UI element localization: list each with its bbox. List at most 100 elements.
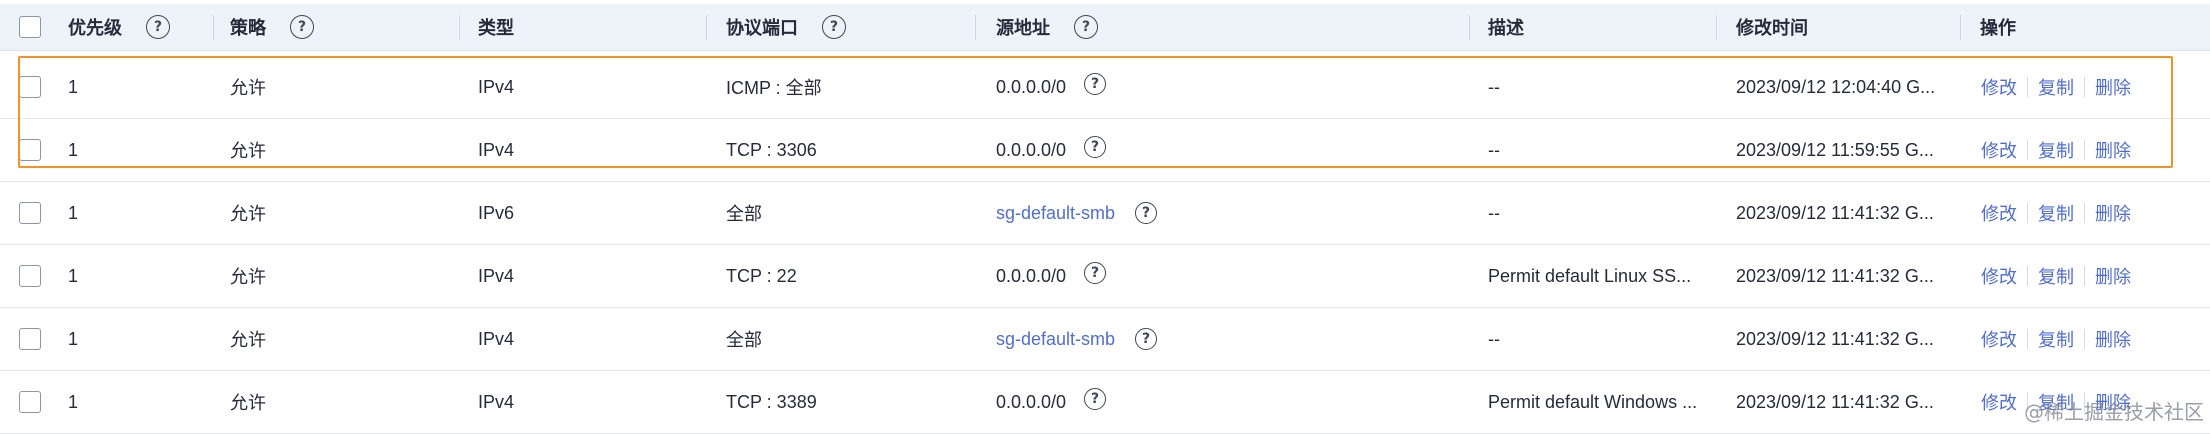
- actions-cell: 修改 复制 删除: [1981, 308, 2131, 370]
- policy-cell: 允许: [230, 119, 266, 181]
- table-row: 1 允许 IPv6 全部 sg-default-smb ? -- 2023/09…: [0, 182, 2210, 245]
- edit-link[interactable]: 修改: [1981, 137, 2017, 163]
- select-all-cell: [19, 4, 41, 50]
- header-type: 类型: [478, 4, 514, 50]
- table-row: 1 允许 IPv4 TCP : 22 0.0.0.0/0 ? Permit de…: [0, 245, 2210, 308]
- type-cell: IPv4: [478, 308, 514, 370]
- priority-value: 1: [68, 328, 79, 349]
- modified-cell: 2023/09/12 11:41:32 G...: [1736, 308, 1934, 370]
- row-select-cell: [19, 371, 41, 433]
- description-cell: --: [1488, 182, 1703, 244]
- row-checkbox[interactable]: [19, 391, 41, 413]
- description-value: --: [1488, 139, 1500, 160]
- protocol-port-cell: TCP : 22: [726, 245, 797, 307]
- action-divider: [2027, 140, 2028, 160]
- type-cell: IPv4: [478, 119, 514, 181]
- delete-link[interactable]: 删除: [2095, 137, 2131, 163]
- policy-cell: 允许: [230, 245, 266, 307]
- row-checkbox[interactable]: [19, 265, 41, 287]
- select-all-checkbox[interactable]: [19, 16, 41, 38]
- priority-value: 1: [68, 139, 79, 160]
- source-group-link[interactable]: sg-default-smb: [996, 329, 1115, 350]
- protocol-port-help-icon[interactable]: ?: [822, 15, 846, 39]
- type-value: IPv4: [478, 139, 515, 160]
- source-help-icon[interactable]: ?: [1084, 73, 1107, 95]
- source-value: 0.0.0.0/0: [996, 139, 1067, 160]
- modified-cell: 2023/09/12 11:41:32 G...: [1736, 182, 1934, 244]
- header-priority-label: 优先级: [68, 18, 122, 38]
- edit-link[interactable]: 修改: [1981, 326, 2017, 352]
- column-divider: [1469, 15, 1470, 40]
- priority-value: 1: [68, 391, 79, 412]
- protocol-port-cell: 全部: [726, 308, 762, 370]
- source-cell: 0.0.0.0/0 ?: [996, 245, 1107, 307]
- action-divider: [2084, 266, 2085, 286]
- header-source-label: 源地址: [996, 18, 1050, 38]
- row-checkbox[interactable]: [19, 139, 41, 161]
- delete-link[interactable]: 删除: [2095, 74, 2131, 100]
- table-row: 1 允许 IPv4 全部 sg-default-smb ? -- 2023/09…: [0, 308, 2210, 371]
- description-value: Permit default Windows ...: [1488, 391, 1698, 412]
- modified-value: 2023/09/12 11:41:32 G...: [1736, 265, 1934, 286]
- source-cell: sg-default-smb ?: [996, 308, 1158, 370]
- actions-cell: 修改 复制 删除: [1981, 182, 2131, 244]
- source-help-icon[interactable]: ?: [1074, 15, 1098, 39]
- copy-link[interactable]: 复制: [2038, 326, 2074, 352]
- priority-cell: 1: [68, 308, 78, 370]
- modified-cell: 2023/09/12 11:41:32 G...: [1736, 371, 1934, 433]
- source-value: 0.0.0.0/0: [996, 76, 1067, 97]
- table-header: 优先级 ? 策略 ? 类型 协议端口 ? 源地址 ? 描述 修改时间 操作: [0, 4, 2210, 51]
- priority-help-icon[interactable]: ?: [146, 15, 170, 39]
- source-help-icon[interactable]: ?: [1135, 328, 1158, 350]
- modified-value: 2023/09/12 11:41:32 G...: [1736, 328, 1934, 349]
- description-cell: Permit default Linux SS...: [1488, 245, 1703, 307]
- priority-cell: 1: [68, 119, 78, 181]
- priority-cell: 1: [68, 245, 78, 307]
- modified-cell: 2023/09/12 11:59:55 G...: [1736, 119, 1934, 181]
- row-select-cell: [19, 182, 41, 244]
- policy-cell: 允许: [230, 56, 266, 118]
- delete-link[interactable]: 删除: [2095, 263, 2131, 289]
- policy-cell: 允许: [230, 182, 266, 244]
- delete-link[interactable]: 删除: [2095, 200, 2131, 226]
- source-help-icon[interactable]: ?: [1084, 136, 1107, 158]
- table-row: 1 允许 IPv4 TCP : 3389 0.0.0.0/0 ? Permit …: [0, 371, 2210, 434]
- type-cell: IPv6: [478, 182, 514, 244]
- policy-help-icon[interactable]: ?: [290, 15, 314, 39]
- source-help-icon[interactable]: ?: [1084, 388, 1107, 410]
- copy-link[interactable]: 复制: [2038, 74, 2074, 100]
- edit-link[interactable]: 修改: [1981, 200, 2017, 226]
- actions-cell: 修改 复制 删除: [1981, 245, 2131, 307]
- action-divider: [2084, 140, 2085, 160]
- header-modified: 修改时间: [1736, 4, 1808, 50]
- row-select-cell: [19, 56, 41, 118]
- action-divider: [2084, 77, 2085, 97]
- source-help-icon[interactable]: ?: [1135, 202, 1158, 224]
- row-select-cell: [19, 119, 41, 181]
- delete-link[interactable]: 删除: [2095, 326, 2131, 352]
- actions-cell: 修改 复制 删除: [1981, 56, 2131, 118]
- policy-value: 允许: [230, 204, 266, 224]
- copy-link[interactable]: 复制: [2038, 137, 2074, 163]
- type-value: IPv6: [478, 202, 515, 223]
- edit-link[interactable]: 修改: [1981, 389, 2017, 415]
- row-checkbox[interactable]: [19, 76, 41, 98]
- description-cell: --: [1488, 119, 1703, 181]
- priority-value: 1: [68, 202, 79, 223]
- policy-cell: 允许: [230, 371, 266, 433]
- copy-link[interactable]: 复制: [2038, 200, 2074, 226]
- copy-link[interactable]: 复制: [2038, 263, 2074, 289]
- source-help-icon[interactable]: ?: [1084, 262, 1107, 284]
- row-checkbox[interactable]: [19, 202, 41, 224]
- edit-link[interactable]: 修改: [1981, 74, 2017, 100]
- protocol-port-value: 全部: [726, 330, 762, 350]
- modified-value: 2023/09/12 12:04:40 G...: [1736, 76, 1936, 97]
- type-value: IPv4: [478, 391, 515, 412]
- type-cell: IPv4: [478, 56, 514, 118]
- modified-cell: 2023/09/12 12:04:40 G...: [1736, 56, 1935, 118]
- row-checkbox[interactable]: [19, 328, 41, 350]
- edit-link[interactable]: 修改: [1981, 263, 2017, 289]
- priority-cell: 1: [68, 371, 78, 433]
- row-select-cell: [19, 245, 41, 307]
- source-group-link[interactable]: sg-default-smb: [996, 203, 1115, 224]
